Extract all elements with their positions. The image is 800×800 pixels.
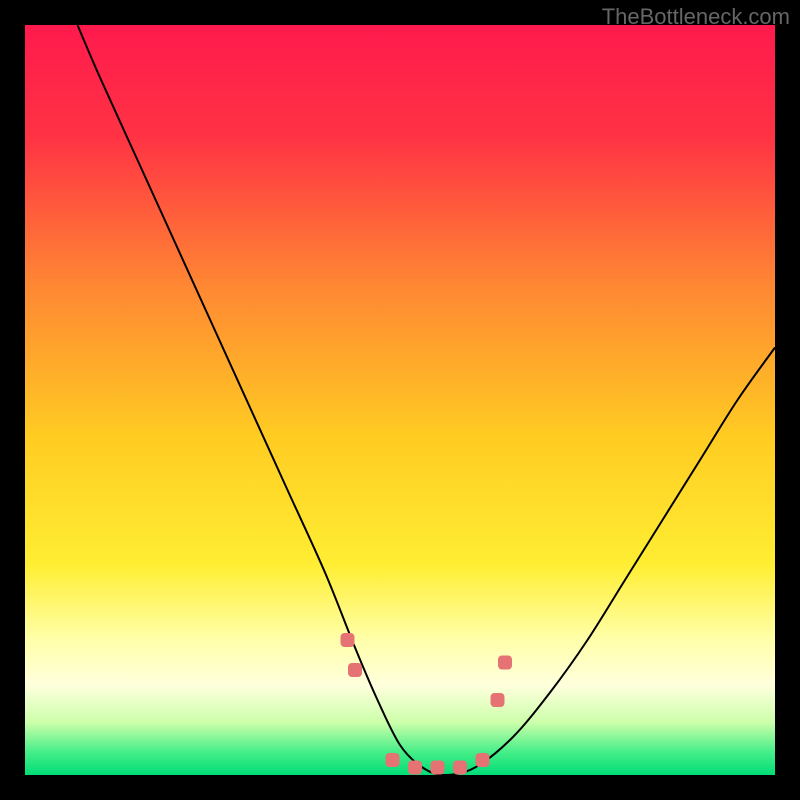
chart-background	[25, 25, 775, 775]
marker-point	[498, 656, 512, 670]
marker-point	[431, 761, 445, 775]
marker-point	[348, 663, 362, 677]
marker-point	[386, 753, 400, 767]
marker-point	[491, 693, 505, 707]
marker-point	[476, 753, 490, 767]
chart-plot-area	[25, 25, 775, 775]
watermark-text: TheBottleneck.com	[602, 4, 790, 30]
marker-point	[453, 761, 467, 775]
chart-svg	[25, 25, 775, 775]
marker-point	[341, 633, 355, 647]
marker-point	[408, 761, 422, 775]
